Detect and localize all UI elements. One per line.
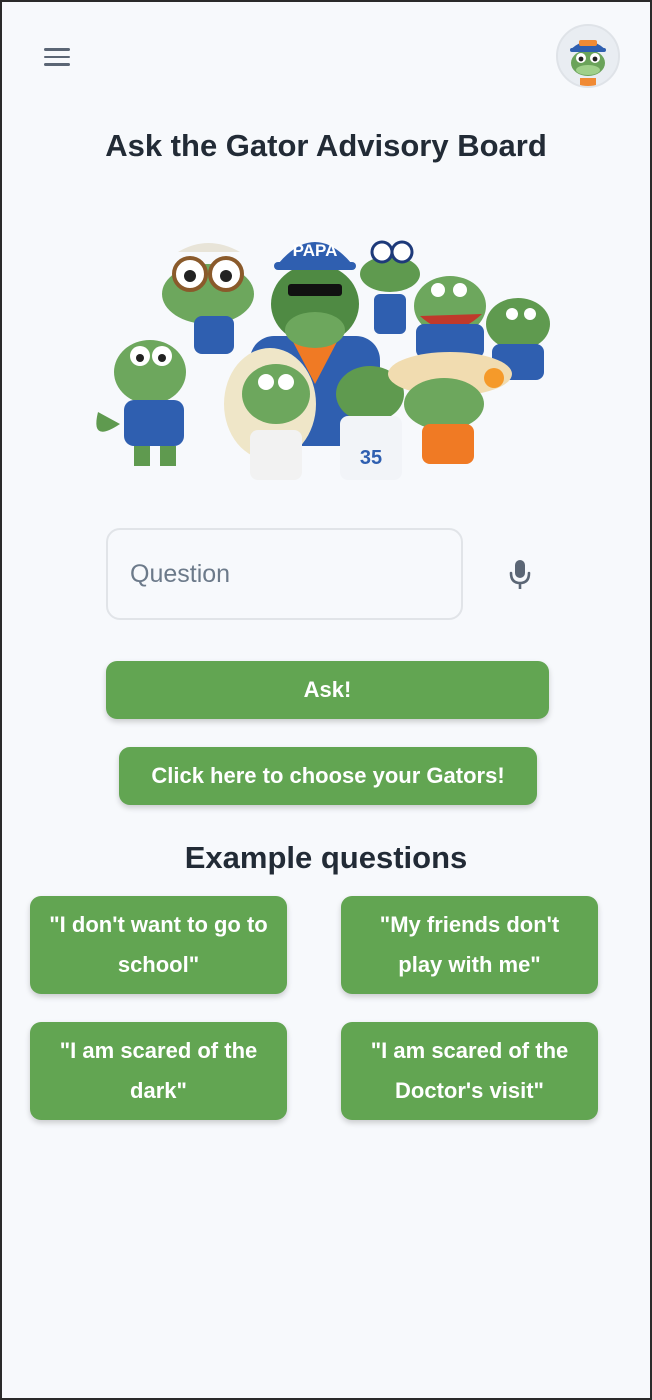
examples-heading: Example questions (184, 840, 468, 875)
menu-line (44, 55, 70, 59)
gator-family-illustration: PAPA 35 (90, 224, 566, 488)
choose-gators-button[interactable]: Click here to choose your Gators! (119, 747, 537, 805)
ask-button[interactable]: Ask! (106, 661, 549, 719)
menu-line (44, 63, 70, 66)
example-question-button[interactable]: "I am scared of the Doctor's visit" (341, 1022, 598, 1120)
gator-avatar-icon[interactable] (556, 24, 620, 88)
svg-text:35: 35 (360, 447, 382, 469)
example-question-button[interactable]: "I am scared of the dark" (30, 1022, 287, 1120)
question-input[interactable] (108, 530, 461, 618)
question-field[interactable] (106, 528, 463, 620)
hamburger-menu-icon[interactable] (44, 44, 76, 70)
example-question-button[interactable]: "My friends don't play with me" (341, 896, 598, 994)
menu-line (44, 48, 70, 51)
microphone-icon[interactable] (507, 558, 533, 592)
page-title: Ask the Gator Advisory Board (105, 128, 547, 163)
example-question-button[interactable]: "I don't want to go to school" (30, 896, 287, 994)
svg-text:PAPA: PAPA (293, 241, 338, 260)
